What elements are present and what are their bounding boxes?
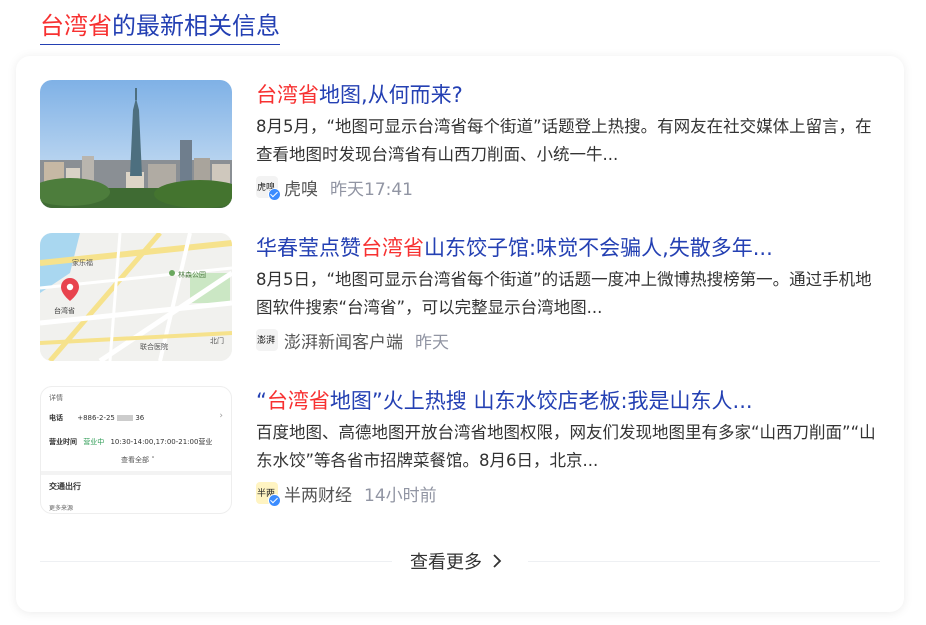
news-item: 林森公园 家乐福 台湾省 联合医院 北门 华春莹点赞台湾省山东饺子馆:味觉不会骗… [40, 233, 880, 361]
phone-label: 电话 [49, 414, 63, 422]
verified-badge-icon [268, 188, 281, 201]
verified-badge-icon [268, 494, 281, 507]
chevron-right-icon [493, 554, 502, 568]
title-keyword: 台湾省 [266, 389, 330, 413]
map-label-bus: 北门 [210, 336, 224, 345]
phone-value: +886-2-25 [77, 414, 115, 422]
hours-label: 营业时间 [49, 438, 77, 446]
news-thumbnail-place-details[interactable]: 详情 电话 +886-2-25 36 › 营业时间 营业中 10:30-14:0… [40, 386, 232, 514]
news-title[interactable]: 华春莹点赞台湾省山东饺子馆:味觉不会骗人,失散多年... [256, 233, 886, 263]
phone-row: 电话 +886-2-25 36 [49, 413, 144, 423]
news-title[interactable]: “台湾省地图”火上热搜 山东水饺店老板:我是山东人... [256, 386, 886, 416]
heading-text: 的最新相关信息 [112, 12, 280, 40]
divider-line [40, 561, 392, 562]
hours-value: 10:30-14:00,17:00-21:00营业 [110, 438, 213, 446]
map-image: 林森公园 家乐福 台湾省 联合医院 北门 [40, 233, 232, 361]
more-sources-text: 更多来源 [49, 505, 74, 512]
news-source[interactable]: 半两财经 [284, 481, 352, 506]
related-news-heading[interactable]: 台湾省的最新相关信息 [40, 8, 280, 45]
title-keyword: 台湾省 [256, 83, 319, 107]
news-item: 台湾省地图,从何而来? 8月5月，“地图可显示台湾省每个街道”话题登上热搜。有网… [40, 80, 880, 208]
news-snippet: 百度地图、高德地图开放台湾省地图权限，网友们发现地图里有多家“山西刀削面”“山东… [256, 423, 876, 470]
see-more-button[interactable]: 查看更多 [410, 546, 502, 576]
see-more-label: 查看更多 [410, 552, 482, 573]
title-text: 地图,从何而来? [319, 83, 463, 107]
news-content: “台湾省地图”火上热搜 山东水饺店老板:我是山东人... 百度地图、高德地图开放… [256, 386, 886, 507]
news-time: 14小时前 [364, 485, 437, 506]
hours-status: 营业中 [83, 438, 105, 446]
news-source[interactable]: 澎湃新闻客户端 [284, 328, 403, 353]
title-text: 地图”火上热搜 山东水饺店老板:我是山东人... [329, 389, 753, 413]
park-marker-icon [169, 270, 175, 276]
map-label-hospital: 联合医院 [140, 342, 168, 351]
news-meta: 半两 半两财经 14小时前 [256, 480, 886, 507]
hours-row: 营业时间 营业中 10:30-14:00,17:00-21:00营业 [49, 437, 212, 447]
title-keyword: 台湾省 [361, 236, 424, 260]
phone-tail: 36 [135, 414, 145, 422]
news-time: 昨天17:41 [330, 179, 413, 200]
heading-keyword: 台湾省 [40, 12, 112, 40]
source-logo-icon: 澎湃 [256, 329, 278, 351]
news-snippet: 8月5月，“地图可显示台湾省每个街道”话题登上热搜。有网友在社交媒体上留言，在查… [256, 117, 872, 164]
view-all-text: 查看全部 [121, 456, 149, 464]
chevron-right-icon: › [219, 411, 223, 421]
news-thumbnail-map[interactable]: 林森公园 家乐福 台湾省 联合医院 北门 [40, 233, 232, 361]
details-heading: 详情 [49, 394, 63, 402]
news-card: 台湾省地图,从何而来? 8月5月，“地图可显示台湾省每个街道”话题登上热搜。有网… [16, 56, 904, 612]
news-title[interactable]: 台湾省地图,从何而来? [256, 80, 886, 110]
phone-blur [117, 415, 134, 421]
title-text: 山东饺子馆:味觉不会骗人,失散多年... [424, 236, 773, 260]
news-time: 昨天 [415, 332, 449, 353]
map-label-park: 林森公园 [178, 270, 206, 279]
news-thumbnail-city-skyline[interactable] [40, 80, 232, 208]
see-more-row: 查看更多 [40, 546, 880, 576]
title-text: “ [256, 389, 267, 413]
transport-heading: 交通出行 [49, 482, 81, 491]
city-skyline-image [40, 80, 232, 208]
news-content: 华春莹点赞台湾省山东饺子馆:味觉不会骗人,失散多年... 8月5日，“地图可显示… [256, 233, 886, 353]
map-label-market: 家乐福 [72, 258, 93, 267]
divider [41, 471, 231, 475]
news-meta: 虎嗅 虎嗅 昨天17:41 [256, 174, 886, 201]
source-logo-icon: 虎嗅 [256, 176, 281, 201]
title-text: 华春莹点赞 [256, 236, 361, 260]
view-all-link: 查看全部 ˅ [121, 456, 155, 464]
place-details-screenshot: 详情 电话 +886-2-25 36 › 营业时间 营业中 10:30-14:0… [41, 387, 231, 513]
news-meta: 澎湃 澎湃新闻客户端 昨天 [256, 327, 886, 353]
news-source[interactable]: 虎嗅 [284, 175, 318, 200]
news-item: 详情 电话 +886-2-25 36 › 营业时间 营业中 10:30-14:0… [40, 386, 880, 514]
source-logo-text: 澎湃 [257, 336, 276, 346]
divider-line [528, 561, 880, 562]
source-logo-icon: 半两 [256, 482, 281, 507]
map-label-place: 台湾省 [54, 306, 75, 315]
news-content: 台湾省地图,从何而来? 8月5月，“地图可显示台湾省每个街道”话题登上热搜。有网… [256, 80, 886, 201]
news-snippet: 8月5日，“地图可显示台湾省每个街道”的话题一度冲上微博热搜榜第一。通过手机地图… [256, 270, 872, 317]
